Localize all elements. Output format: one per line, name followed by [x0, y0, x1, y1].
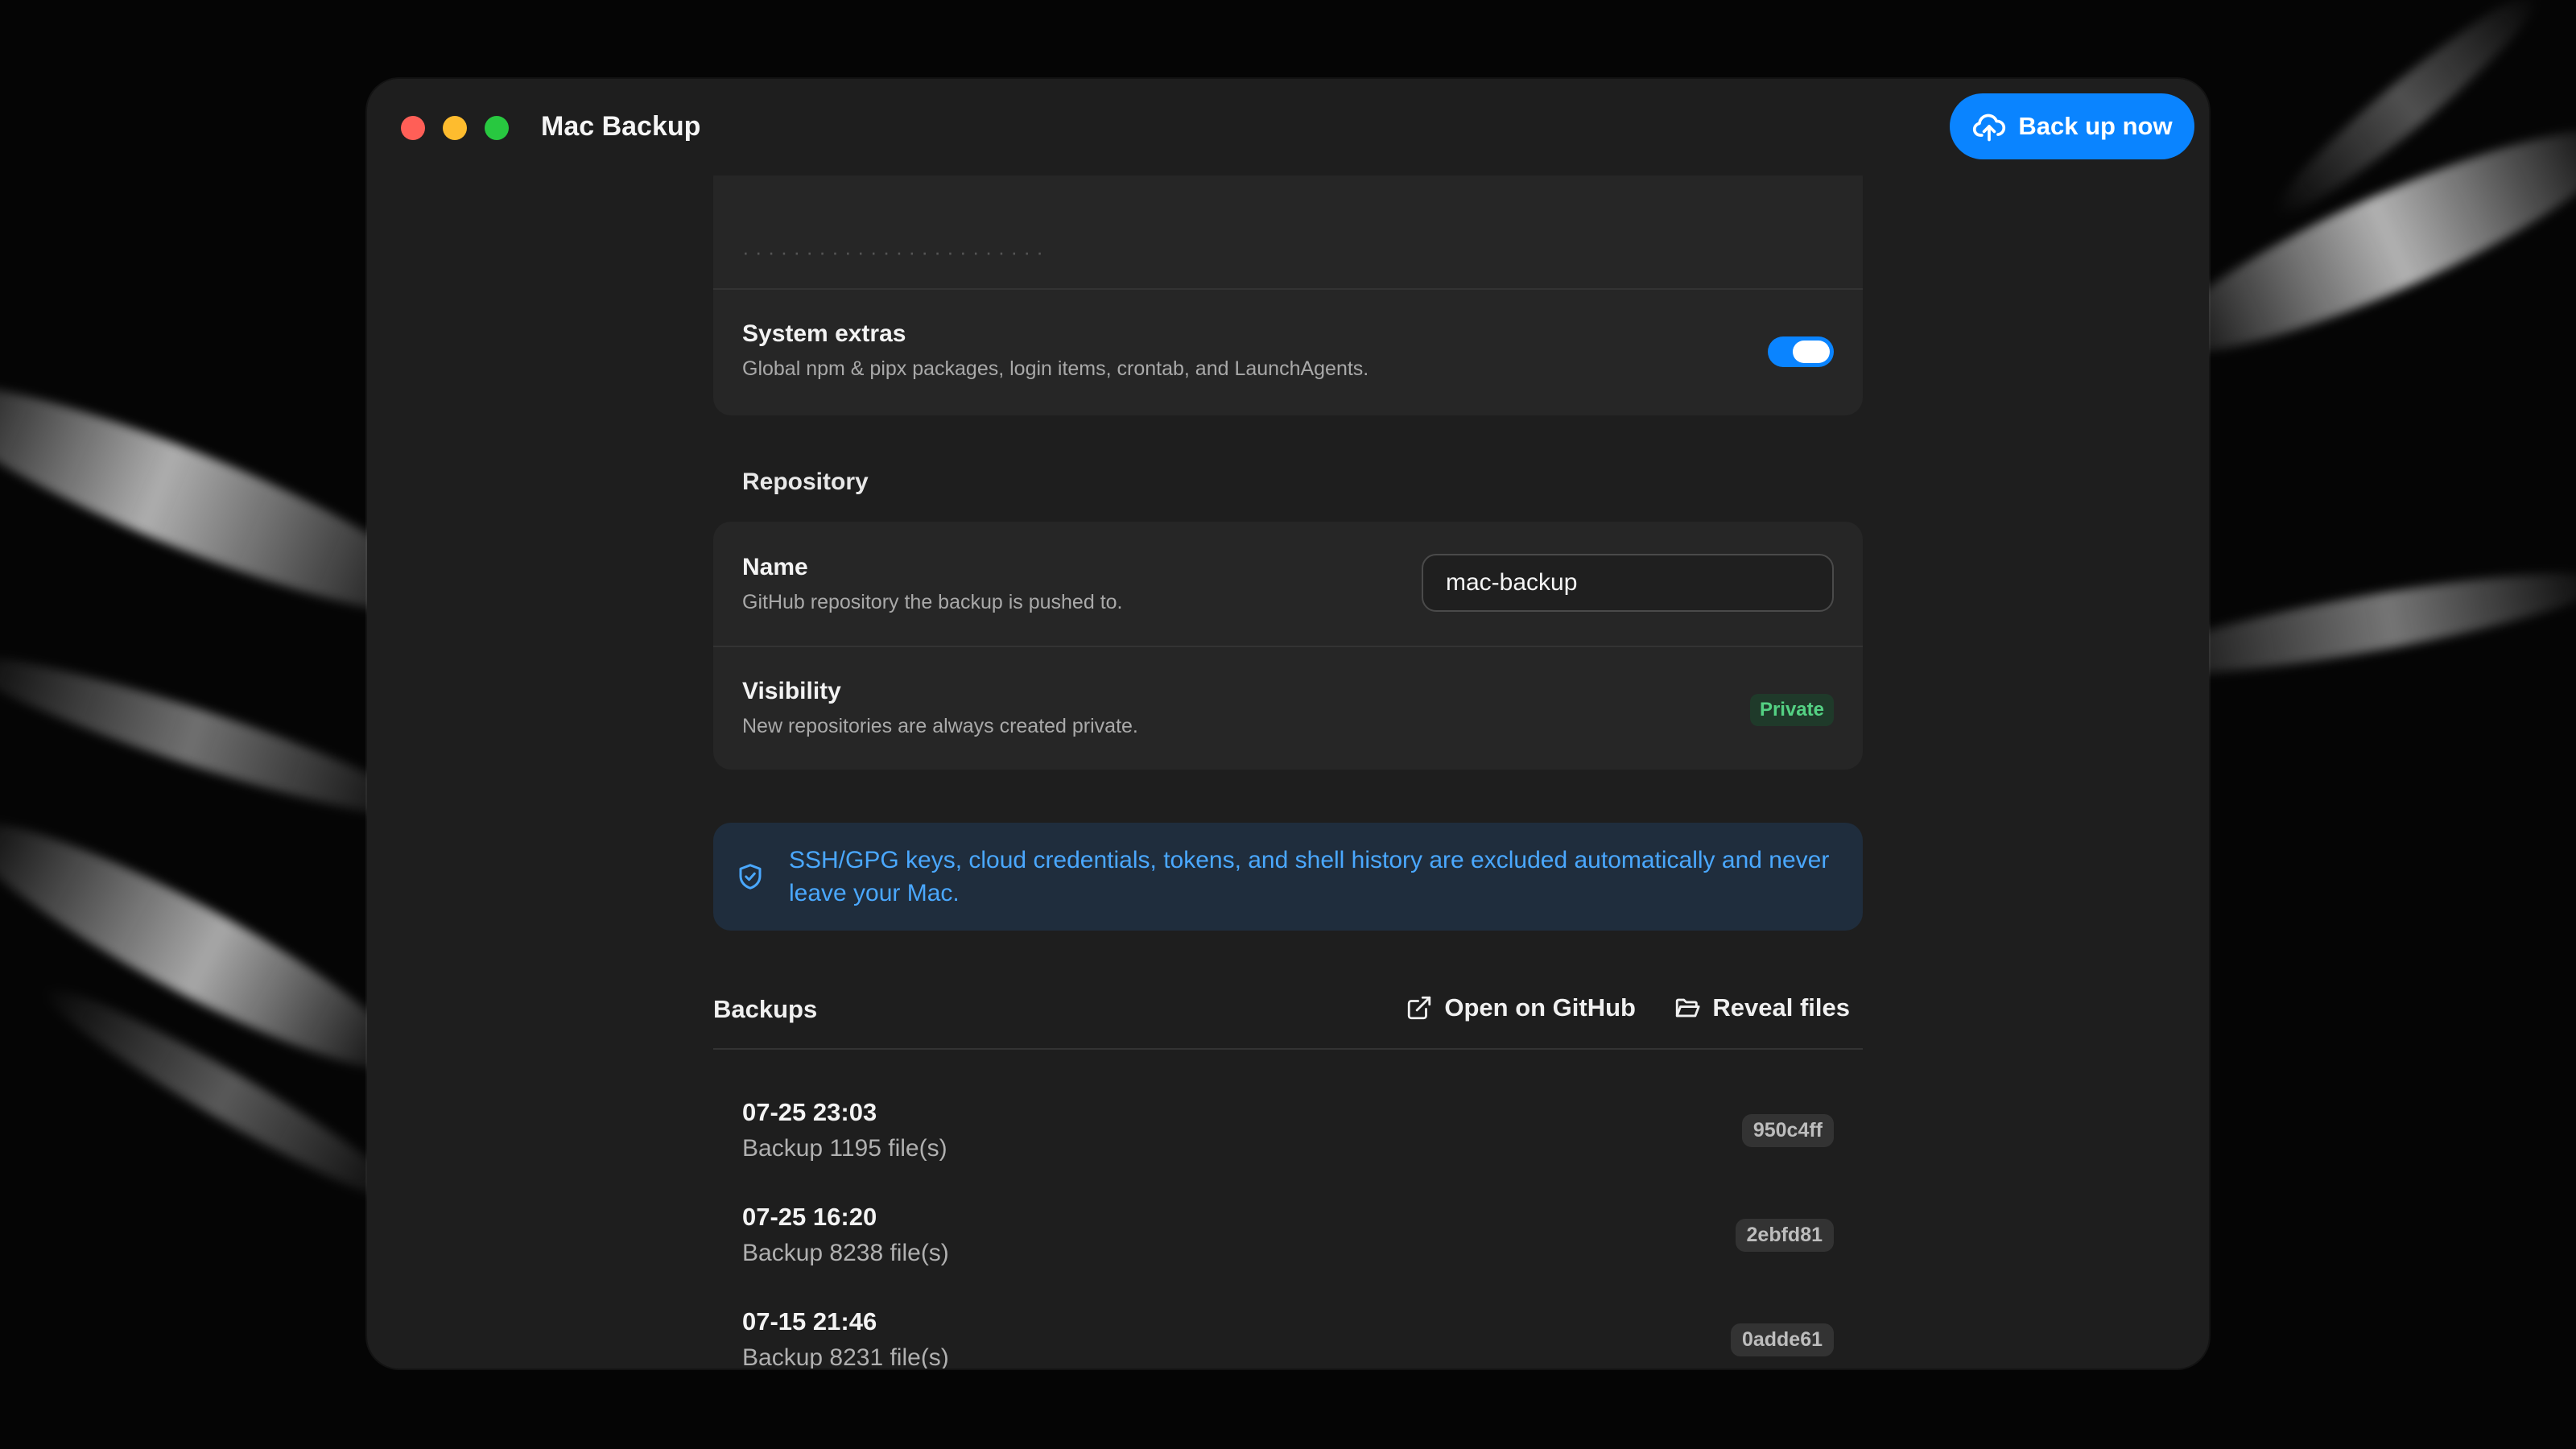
- reveal-files-label: Reveal files: [1712, 993, 1850, 1022]
- commit-hash-badge: 0adde61: [1730, 1323, 1834, 1356]
- backup-summary: Backup 8238 file(s): [742, 1240, 949, 1266]
- backup-summary: Backup 8231 file(s): [742, 1344, 949, 1368]
- window-controls: [401, 116, 509, 140]
- close-window-button[interactable]: [401, 116, 425, 140]
- previous-option-row: · · · · · · · · · · · · · · · · · · · · …: [713, 159, 1863, 290]
- back-up-now-label: Back up now: [2018, 112, 2173, 140]
- backup-date: 07-25 23:03: [742, 1098, 877, 1126]
- repo-name-input[interactable]: mac-backup: [1422, 554, 1834, 612]
- backup-date: 07-25 16:20: [742, 1203, 877, 1231]
- shield-icon: [739, 864, 762, 890]
- commit-hash-badge: 2ebfd81: [1735, 1219, 1834, 1252]
- commit-hash-badge: 950c4ff: [1741, 1114, 1834, 1147]
- visibility-description: New repositories are always created priv…: [742, 715, 1138, 737]
- visibility-row: Visibility New repositories are always c…: [742, 678, 1834, 738]
- security-notice: SSH/GPG keys, cloud credentials, tokens,…: [713, 823, 1863, 931]
- cloud-upload-icon: [1973, 114, 2006, 142]
- reveal-files-button[interactable]: Reveal files: [1674, 993, 1850, 1022]
- security-notice-text: SSH/GPG keys, cloud credentials, tokens,…: [789, 847, 1830, 906]
- minimize-window-button[interactable]: [443, 116, 467, 140]
- app-window: · · · · · · · · · · · · · · · · · · · · …: [367, 79, 2209, 1368]
- open-on-github-button[interactable]: Open on GitHub: [1406, 993, 1636, 1022]
- visibility-title: Visibility: [742, 678, 841, 704]
- wallpaper-streak: [0, 789, 427, 1103]
- back-up-now-button[interactable]: Back up now: [1950, 93, 2194, 159]
- row-divider: [713, 646, 1863, 647]
- folder-open-icon: [1676, 998, 1700, 1018]
- backups-section-label: Backups: [713, 995, 818, 1023]
- repository-section-label: Repository: [742, 469, 869, 495]
- zoom-window-button[interactable]: [485, 116, 509, 140]
- system-extras-toggle[interactable]: [1768, 336, 1834, 367]
- system-extras-description: Global npm & pipx packages, login items,…: [742, 357, 1369, 380]
- backup-list-item[interactable]: 07-25 23:03 Backup 1195 file(s) 950c4ff: [742, 1098, 1834, 1179]
- repository-card: Name GitHub repository the backup is pus…: [713, 522, 1863, 770]
- clipped-option-text: · · · · · · · · · · · · · · · · · · · · …: [742, 240, 1043, 264]
- external-link-icon: [1408, 996, 1431, 1020]
- backup-options-card: · · · · · · · · · · · · · · · · · · · · …: [713, 159, 1863, 415]
- app-title: Mac Backup: [541, 111, 701, 142]
- backups-header: Backups Open on GitHub Reveal files: [713, 979, 1863, 1050]
- title-bar: Mac Backup Back up now: [367, 79, 2209, 175]
- toggle-knob: [1793, 341, 1830, 363]
- visibility-badge: Private: [1749, 694, 1834, 726]
- system-extras-title: System extras: [742, 320, 906, 347]
- system-extras-row: System extras Global npm & pipx packages…: [742, 320, 1834, 381]
- backup-list-item[interactable]: 07-25 16:20 Backup 8238 file(s) 2ebfd81: [742, 1203, 1834, 1283]
- backup-summary: Backup 1195 file(s): [742, 1135, 947, 1162]
- open-on-github-label: Open on GitHub: [1444, 993, 1636, 1022]
- backup-list-item[interactable]: 07-15 21:46 Backup 8231 file(s) 0adde61: [742, 1307, 1834, 1368]
- backup-date: 07-15 21:46: [742, 1307, 877, 1335]
